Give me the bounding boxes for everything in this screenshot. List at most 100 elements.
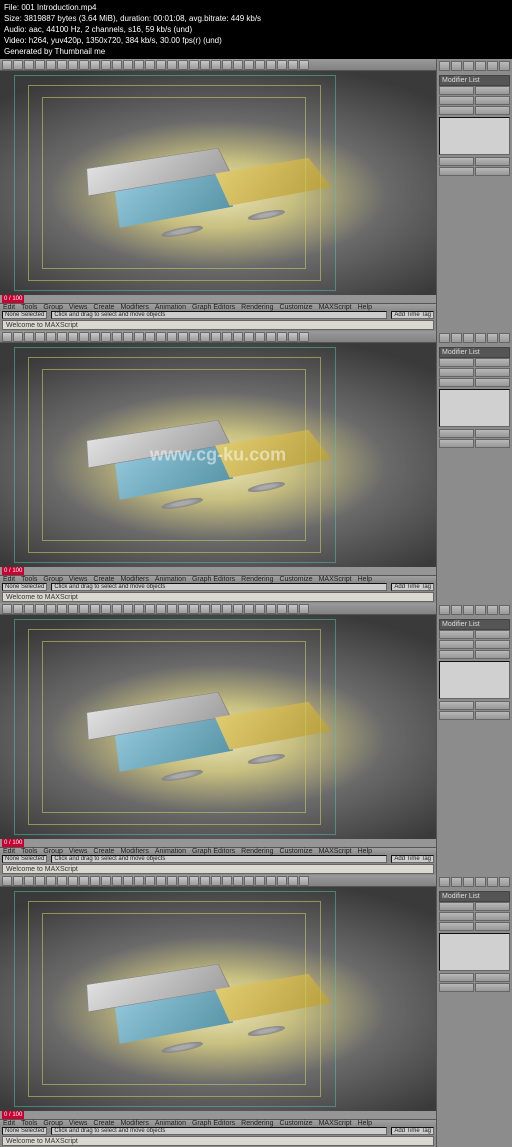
menu-item[interactable]: Animation (155, 848, 186, 855)
timeline-marker[interactable]: 0 / 100 (2, 567, 24, 575)
toolbar-button[interactable] (112, 332, 122, 342)
menu-item[interactable]: Edit (3, 848, 15, 855)
menu-item[interactable]: Edit (3, 1120, 15, 1127)
toolbar-button[interactable] (13, 876, 23, 886)
panel-button[interactable] (439, 106, 474, 115)
timeline-marker[interactable]: 0 / 100 (2, 1111, 24, 1119)
toolbar-button[interactable] (68, 60, 78, 70)
panel-tab[interactable] (475, 605, 486, 615)
panel-button[interactable] (439, 973, 474, 982)
menu-item[interactable]: Views (69, 576, 88, 583)
toolbar-button[interactable] (145, 604, 155, 614)
panel-tab[interactable] (499, 877, 510, 887)
panel-button[interactable] (475, 157, 510, 166)
panel-tab[interactable] (439, 333, 450, 343)
panel-button[interactable] (475, 983, 510, 992)
panel-button[interactable] (475, 711, 510, 720)
panel-tab[interactable] (499, 61, 510, 71)
panel-button[interactable] (439, 983, 474, 992)
menu-item[interactable]: Tools (21, 848, 37, 855)
toolbar-button[interactable] (178, 876, 188, 886)
viewport[interactable]: www.cg-ku.com (0, 343, 436, 567)
toolbar-button[interactable] (79, 60, 89, 70)
panel-button[interactable] (475, 640, 510, 649)
menu-item[interactable]: Group (43, 576, 62, 583)
toolbar-button[interactable] (134, 604, 144, 614)
toolbar-button[interactable] (255, 332, 265, 342)
modifier-list-header[interactable]: Modifier List (439, 619, 510, 630)
toolbar-button[interactable] (167, 60, 177, 70)
time-tag-button[interactable]: Add Time Tag (391, 311, 434, 319)
toolbar-button[interactable] (13, 332, 23, 342)
menu-item[interactable]: MAXScript (319, 576, 352, 583)
panel-button[interactable] (475, 701, 510, 710)
toolbar-button[interactable] (233, 332, 243, 342)
modifier-list-header[interactable]: Modifier List (439, 347, 510, 358)
panel-button[interactable] (439, 368, 474, 377)
toolbar-button[interactable] (134, 876, 144, 886)
menu-item[interactable]: Group (43, 1120, 62, 1127)
menu-item[interactable]: Graph Editors (192, 576, 235, 583)
menu-item[interactable]: MAXScript (319, 1120, 352, 1127)
panel-button[interactable] (475, 378, 510, 387)
toolbar-button[interactable] (123, 332, 133, 342)
toolbar-button[interactable] (156, 876, 166, 886)
toolbar-button[interactable] (68, 876, 78, 886)
timeline-marker[interactable]: 0 / 100 (2, 295, 24, 303)
toolbar-button[interactable] (90, 60, 100, 70)
panel-tab[interactable] (475, 877, 486, 887)
toolbar-button[interactable] (299, 876, 309, 886)
toolbar-button[interactable] (244, 604, 254, 614)
menu-item[interactable]: Customize (279, 576, 312, 583)
menu-item[interactable]: Create (93, 1120, 114, 1127)
panel-tab[interactable] (487, 877, 498, 887)
menu-item[interactable]: Edit (3, 304, 15, 311)
viewport[interactable] (0, 615, 436, 839)
panel-tab[interactable] (439, 61, 450, 71)
toolbar-button[interactable] (123, 876, 133, 886)
toolbar-button[interactable] (57, 332, 67, 342)
panel-tab[interactable] (499, 605, 510, 615)
menu-item[interactable]: Animation (155, 1120, 186, 1127)
menu-item[interactable]: Help (358, 576, 372, 583)
menu-item[interactable]: Rendering (241, 848, 273, 855)
toolbar-button[interactable] (2, 604, 12, 614)
toolbar-button[interactable] (255, 876, 265, 886)
panel-button[interactable] (439, 912, 474, 921)
toolbar-button[interactable] (178, 60, 188, 70)
menu-item[interactable]: Tools (21, 304, 37, 311)
toolbar-button[interactable] (46, 876, 56, 886)
panel-button[interactable] (475, 106, 510, 115)
toolbar-button[interactable] (90, 876, 100, 886)
toolbar-button[interactable] (266, 332, 276, 342)
panel-button[interactable] (475, 429, 510, 438)
toolbar-button[interactable] (156, 60, 166, 70)
toolbar-button[interactable] (24, 60, 34, 70)
panel-tab[interactable] (463, 605, 474, 615)
menu-item[interactable]: Edit (3, 576, 15, 583)
toolbar-button[interactable] (35, 876, 45, 886)
toolbar-button[interactable] (200, 604, 210, 614)
toolbar-button[interactable] (277, 604, 287, 614)
menu-item[interactable]: Customize (279, 304, 312, 311)
modifier-stack[interactable] (439, 389, 510, 427)
panel-button[interactable] (475, 439, 510, 448)
toolbar-button[interactable] (233, 876, 243, 886)
panel-tab[interactable] (451, 61, 462, 71)
panel-tab[interactable] (439, 605, 450, 615)
panel-tab[interactable] (451, 333, 462, 343)
toolbar-button[interactable] (233, 60, 243, 70)
modifier-stack[interactable] (439, 933, 510, 971)
menu-item[interactable]: MAXScript (319, 848, 352, 855)
menu-item[interactable]: Views (69, 848, 88, 855)
toolbar-button[interactable] (57, 876, 67, 886)
toolbar-button[interactable] (90, 332, 100, 342)
toolbar-button[interactable] (244, 876, 254, 886)
toolbar-button[interactable] (288, 332, 298, 342)
menu-item[interactable]: Rendering (241, 304, 273, 311)
toolbar-button[interactable] (222, 604, 232, 614)
panel-button[interactable] (439, 86, 474, 95)
toolbar-button[interactable] (266, 60, 276, 70)
time-tag-button[interactable]: Add Time Tag (391, 855, 434, 863)
toolbar-button[interactable] (200, 876, 210, 886)
